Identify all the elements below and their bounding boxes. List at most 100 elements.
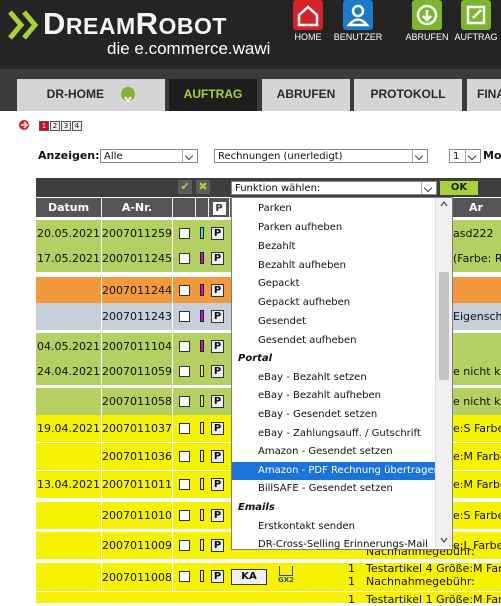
status-flag bbox=[200, 284, 204, 296]
cell-order-nr[interactable]: 2007011010 bbox=[102, 502, 173, 529]
p-status-icon[interactable]: P bbox=[211, 365, 224, 378]
p-status-icon[interactable]: P bbox=[211, 478, 224, 491]
cell-article: e:M Farbe: bbox=[453, 450, 501, 463]
row-checkbox[interactable] bbox=[179, 396, 190, 407]
chevron-down-icon bbox=[421, 182, 436, 194]
dropdown-option[interactable]: Parken bbox=[232, 200, 435, 218]
row-checkbox[interactable] bbox=[179, 451, 190, 462]
scroll-up-icon[interactable] bbox=[439, 200, 449, 208]
dropdown-scrollbar[interactable] bbox=[435, 198, 452, 547]
cell-article: (Farbe: Ro bbox=[453, 252, 501, 265]
page-link[interactable]: 3 bbox=[61, 121, 71, 131]
row-checkbox[interactable] bbox=[179, 285, 190, 296]
status-flag bbox=[200, 252, 204, 264]
column-date[interactable]: Datum bbox=[36, 198, 102, 217]
p-status-icon[interactable]: P bbox=[211, 252, 224, 265]
cart-icon-label: GX2 bbox=[277, 576, 294, 584]
dropdown-option[interactable]: Bezahlt bbox=[232, 238, 435, 256]
dropdown-option[interactable]: DR-Cross-Selling Erinnerungs-Mail bbox=[232, 536, 435, 549]
dropdown-option[interactable]: Gepackt bbox=[232, 275, 435, 293]
p-status-icon[interactable]: P bbox=[211, 422, 224, 435]
cell-order-nr[interactable]: 2007011244 bbox=[102, 277, 173, 304]
tab-fina[interactable]: FINA bbox=[467, 79, 501, 111]
dropdown-option[interactable]: eBay - Zahlungsauff. / Gutschrift bbox=[232, 425, 435, 443]
cell-order-nr[interactable]: 2007011009 bbox=[102, 532, 173, 559]
ka-badge[interactable]: KA bbox=[231, 569, 267, 585]
cell-order-nr[interactable]: 2007011104 bbox=[102, 333, 173, 360]
p-status-icon[interactable]: P bbox=[211, 395, 224, 408]
cell-order-nr[interactable]: 2007011243 bbox=[102, 303, 173, 330]
cell-order-nr[interactable]: 2007011259 bbox=[102, 220, 173, 247]
cell-order-nr[interactable]: 2007011058 bbox=[102, 388, 173, 415]
p-status-icon[interactable]: P bbox=[211, 570, 224, 583]
home-button[interactable]: HOME bbox=[293, 0, 323, 66]
dropdown-option[interactable]: Gesendet aufheben bbox=[232, 332, 435, 350]
row-checkbox[interactable] bbox=[179, 311, 190, 322]
count-select[interactable]: 1 bbox=[449, 149, 481, 163]
download-button[interactable]: ABRUFEN bbox=[405, 0, 449, 66]
row-checkbox[interactable] bbox=[179, 540, 190, 551]
column-article[interactable]: Ar bbox=[451, 198, 501, 217]
tab-dr-home[interactable]: DR-HOME bbox=[17, 79, 165, 111]
row-checkbox[interactable] bbox=[179, 253, 190, 264]
row-checkbox[interactable] bbox=[179, 228, 190, 239]
brand-letters: REAM bbox=[65, 13, 136, 39]
dropdown-option[interactable]: Gepackt aufheben bbox=[232, 294, 435, 312]
chevron-down-icon bbox=[182, 150, 197, 162]
dropdown-option[interactable]: eBay - Bezahlt setzen bbox=[232, 369, 435, 387]
cart-icon[interactable]: GX2 bbox=[276, 566, 296, 584]
cell-order-nr[interactable]: 2007011059 bbox=[102, 358, 173, 385]
p-status-icon[interactable]: P bbox=[211, 284, 224, 297]
cell-order-nr[interactable]: 2007011245 bbox=[102, 245, 173, 272]
page-link[interactable]: 1 bbox=[39, 121, 49, 131]
order-button[interactable]: AUFTRAG bbox=[454, 0, 498, 66]
dropdown-option[interactable]: BillSAFE - Gesendet setzen bbox=[232, 480, 435, 498]
page-link[interactable]: 4 bbox=[72, 121, 82, 131]
row-checkbox[interactable] bbox=[179, 571, 190, 582]
p-status-icon[interactable]: P bbox=[211, 509, 224, 522]
cell-order-nr[interactable]: 2007011011 bbox=[102, 471, 173, 498]
row-checkbox[interactable] bbox=[179, 341, 190, 352]
row-checkbox[interactable] bbox=[179, 366, 190, 377]
row-checkbox[interactable] bbox=[179, 423, 190, 434]
table-row[interactable]: 2007011008 P KA GX2 1 Testartikel 4 Größe:M F… bbox=[36, 562, 501, 591]
table-row[interactable]: 1 Testartikel 1 Größe:M Farbe: bbox=[36, 592, 501, 606]
dropdown-option[interactable]: Parken aufheben bbox=[232, 219, 435, 237]
cell-date bbox=[36, 563, 102, 591]
dropdown-option[interactable]: Gesendet bbox=[232, 313, 435, 331]
p-status-icon[interactable]: P bbox=[211, 539, 224, 552]
dropdown-option[interactable]: Amazon - PDF Rechnung übertragen bbox=[232, 462, 440, 480]
dropdown-option[interactable]: Erstkontakt senden bbox=[232, 518, 435, 536]
invoice-select[interactable]: Rechnungen (unerledigt) bbox=[214, 149, 428, 163]
p-status-icon[interactable]: P bbox=[211, 310, 224, 323]
uncheck-all-icon[interactable]: ✖ bbox=[196, 180, 210, 194]
ok-button[interactable]: OK bbox=[440, 181, 478, 195]
check-all-icon[interactable]: ✔ bbox=[178, 180, 192, 194]
function-dropdown-list[interactable]: Parken Parken aufheben Bezahlt Bezahlt aufh… bbox=[231, 197, 453, 550]
cell-order-nr[interactable]: 2007011008 bbox=[102, 563, 173, 591]
dropdown-option[interactable]: eBay - Gesendet setzen bbox=[232, 406, 435, 424]
p-status-icon[interactable]: P bbox=[211, 227, 224, 240]
function-select[interactable]: Funktion wählen: bbox=[231, 181, 437, 195]
page-link[interactable]: 2 bbox=[50, 121, 60, 131]
p-status-icon[interactable]: P bbox=[211, 340, 224, 353]
tab-abrufen[interactable]: ABRUFEN bbox=[262, 79, 350, 111]
arrow-right-icon[interactable] bbox=[19, 120, 29, 130]
scroll-down-icon[interactable] bbox=[439, 536, 449, 544]
more-label: Mo bbox=[483, 149, 501, 162]
dropdown-option[interactable]: Amazon - Gesendet setzen bbox=[232, 443, 435, 461]
status-flag bbox=[200, 422, 204, 434]
dropdown-scroll-thumb[interactable] bbox=[439, 272, 449, 380]
tab-protokoll[interactable]: PROTOKOLL bbox=[354, 79, 462, 111]
user-button[interactable]: BENUTZER bbox=[334, 0, 382, 66]
column-order-nr[interactable]: A-Nr. bbox=[102, 198, 173, 217]
dropdown-option[interactable]: Bezahlt aufheben bbox=[232, 257, 435, 275]
cell-order-nr[interactable]: 2007011037 bbox=[102, 415, 173, 442]
dropdown-option[interactable]: eBay - Bezahlt aufheben bbox=[232, 387, 435, 405]
tab-auftrag[interactable]: AUFTRAG bbox=[169, 79, 257, 111]
row-checkbox[interactable] bbox=[179, 510, 190, 521]
show-select[interactable]: Alle bbox=[100, 149, 198, 163]
cell-order-nr[interactable]: 2007011036 bbox=[102, 443, 173, 470]
row-checkbox[interactable] bbox=[179, 479, 190, 490]
p-status-icon[interactable]: P bbox=[211, 450, 224, 463]
